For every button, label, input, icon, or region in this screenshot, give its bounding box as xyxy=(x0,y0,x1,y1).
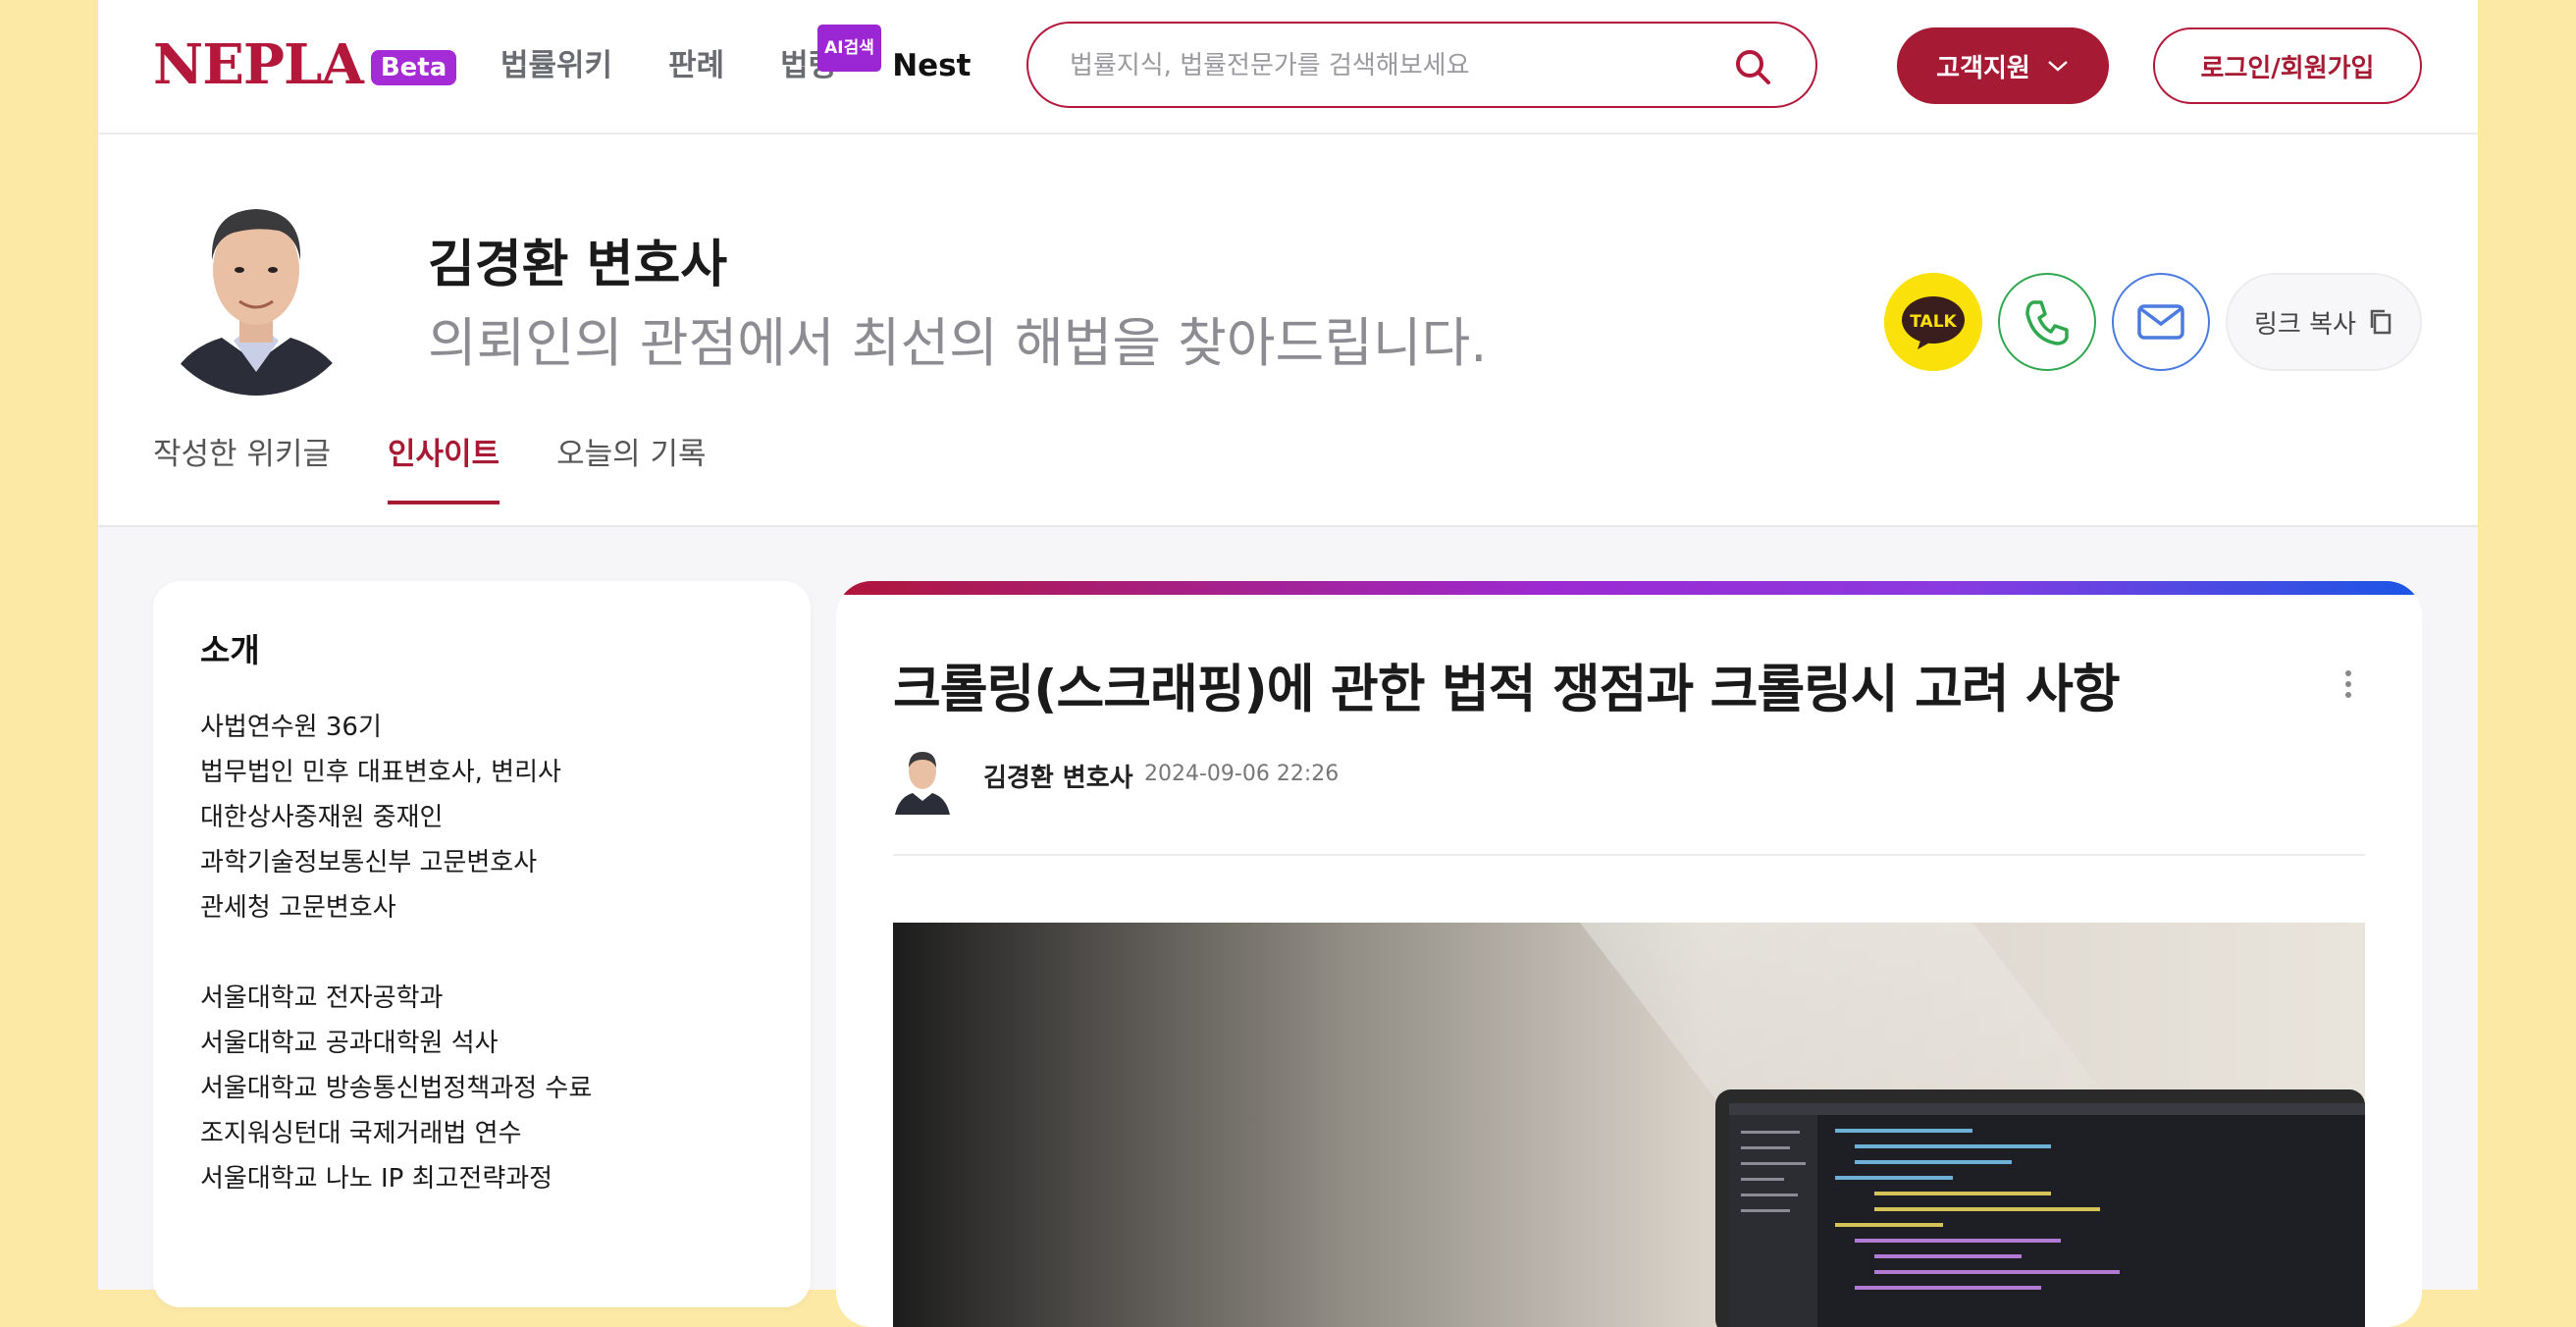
tab-today-records[interactable]: 오늘의 기록 xyxy=(556,429,706,501)
phone-button[interactable] xyxy=(1998,273,2096,371)
intro-card: 소개 사법연수원 36기 법무법인 민후 대표변호사, 변리사 대한상사중재원 … xyxy=(153,581,811,1307)
list-item: 사법연수원 36기 xyxy=(200,713,382,742)
ai-search-badge: AI검색 xyxy=(817,25,881,72)
search-box xyxy=(1026,22,1817,108)
customer-support-label: 고객지원 xyxy=(1936,53,2030,83)
author-avatar xyxy=(893,740,952,815)
link-copy-label: 링크 복사 xyxy=(2254,309,2356,340)
search-input[interactable] xyxy=(1068,43,1719,88)
nav-item-statutes[interactable]: AI검색 법령 xyxy=(780,25,881,88)
profile-slogan: 의뢰인의 관점에서 최선의 해법을 찾아드립니다. xyxy=(428,312,1488,374)
link-copy-button[interactable]: 링크 복사 xyxy=(2226,273,2422,371)
customer-support-button[interactable]: 고객지원 xyxy=(1897,27,2109,104)
nepla-logo[interactable]: NEPLA Beta xyxy=(153,32,457,97)
list-spacer xyxy=(200,930,592,976)
page: NEPLA Beta 법률위키 판례 AI검색 법령 Nest 고객지원 xyxy=(98,0,2478,1327)
list-item: 관세청 고문변호사 xyxy=(200,893,396,923)
profile-tabs: 작성한 위키글 인사이트 오늘의 기록 xyxy=(153,429,763,504)
list-item: 서울대학교 나노 IP 최고전략과정 xyxy=(200,1164,553,1194)
list-item: 서울대학교 방송통신법정책과정 수료 xyxy=(200,1074,593,1103)
article-title[interactable]: 크롤링(스크래핑)에 관한 법적 쟁점과 크롤링시 고려 사항 xyxy=(893,648,2121,722)
list-item: 조지워싱턴대 국제거래법 연수 xyxy=(200,1119,522,1148)
list-item: 과학기술정보통신부 고문변호사 xyxy=(200,848,538,877)
nav-item-precedents[interactable]: 판례 xyxy=(668,43,724,88)
profile-name: 김경환 변호사 xyxy=(428,236,728,294)
search-icon[interactable] xyxy=(1733,47,1772,86)
profile-avatar xyxy=(153,184,359,396)
phone-icon xyxy=(2025,300,2069,345)
article-gradient-bar xyxy=(836,581,2422,595)
intro-list: 사법연수원 36기 법무법인 민후 대표변호사, 변리사 대한상사중재원 중재인… xyxy=(200,705,592,1201)
top-header: NEPLA Beta 법률위키 판례 AI검색 법령 Nest 고객지원 xyxy=(98,0,2478,134)
profile-section: 김경환 변호사 의뢰인의 관점에서 최선의 해법을 찾아드립니다. TALK 링… xyxy=(98,134,2478,527)
tab-insights[interactable]: 인사이트 xyxy=(387,429,500,504)
logo-text: NEPLA xyxy=(153,32,364,97)
copy-icon xyxy=(2370,309,2392,335)
divider xyxy=(893,854,2365,856)
intro-title: 소개 xyxy=(200,631,260,669)
list-item: 서울대학교 전자공학과 xyxy=(200,983,444,1013)
mail-icon xyxy=(2137,304,2184,340)
article-card: 크롤링(스크래핑)에 관한 법적 쟁점과 크롤링시 고려 사항 김경환 변호사 … xyxy=(836,581,2422,1327)
list-item: 대한상사중재원 중재인 xyxy=(200,803,444,832)
article-author: 김경환 변호사 xyxy=(983,764,1133,793)
nav-item-legal-wiki[interactable]: 법률위키 xyxy=(500,43,612,88)
chevron-down-icon xyxy=(2048,61,2068,72)
beta-badge: Beta xyxy=(370,50,457,85)
article-cover-image xyxy=(893,923,2365,1327)
tab-wiki-posts[interactable]: 작성한 위키글 xyxy=(153,429,331,501)
article-date: 2024-09-06 22:26 xyxy=(1144,762,1340,786)
more-options-icon[interactable] xyxy=(2343,669,2353,699)
main-nav: 법률위키 판례 AI검색 법령 Nest xyxy=(500,25,1026,88)
mail-button[interactable] xyxy=(2112,273,2210,371)
login-signup-button[interactable]: 로그인/회원가입 xyxy=(2153,27,2422,104)
kakao-label: TALK xyxy=(1910,312,1957,332)
kakao-talk-icon[interactable]: TALK xyxy=(1884,273,1982,371)
list-item: 법무법인 민후 대표변호사, 변리사 xyxy=(200,758,561,787)
nav-item-nest[interactable]: Nest xyxy=(892,43,971,88)
list-item: 서울대학교 공과대학원 석사 xyxy=(200,1029,499,1058)
